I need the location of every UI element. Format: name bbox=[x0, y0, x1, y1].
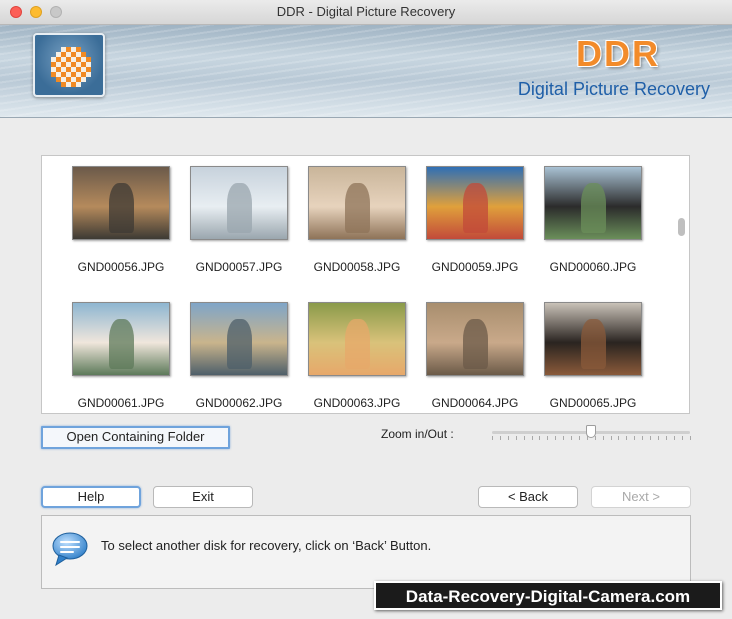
back-button[interactable]: < Back bbox=[478, 486, 578, 508]
info-message: To select another disk for recovery, cli… bbox=[101, 538, 432, 553]
photo-subject bbox=[581, 318, 607, 370]
zoom-slider-tick bbox=[681, 436, 683, 440]
photo-thumbnail[interactable] bbox=[308, 166, 406, 240]
thumbnail-item[interactable]: GND00057.JPG bbox=[180, 166, 298, 274]
photo-thumbnail[interactable] bbox=[308, 302, 406, 376]
website-watermark: Data-Recovery-Digital-Camera.com bbox=[374, 581, 722, 610]
zoom-slider-tick bbox=[650, 436, 651, 440]
zoom-slider-tick bbox=[539, 436, 541, 440]
thumbnail-item[interactable]: GND00064.JPG bbox=[416, 302, 534, 410]
zoom-slider-tick bbox=[657, 436, 659, 440]
zoom-slider-tick bbox=[499, 436, 501, 440]
zoom-slider-tick bbox=[594, 436, 596, 440]
photo-thumbnail[interactable] bbox=[72, 302, 170, 376]
zoom-slider-tick bbox=[618, 436, 620, 440]
thumbnail-filename: GND00056.JPG bbox=[77, 260, 165, 274]
zoom-slider[interactable] bbox=[492, 423, 691, 441]
info-panel: To select another disk for recovery, cli… bbox=[41, 515, 691, 589]
header-banner: DDR Digital Picture Recovery bbox=[0, 25, 732, 118]
photo-thumbnail[interactable] bbox=[426, 166, 524, 240]
photo-subject bbox=[109, 318, 135, 370]
thumbnail-item[interactable]: GND00061.JPG bbox=[62, 302, 180, 410]
thumbnail-filename: GND00061.JPG bbox=[77, 396, 165, 410]
app-logo bbox=[33, 33, 105, 97]
thumbnail-item[interactable]: GND00059.JPG bbox=[416, 166, 534, 274]
app-window: DDR - Digital Picture Recovery DDR Digit… bbox=[0, 0, 732, 619]
zoom-slider-tick bbox=[547, 436, 549, 440]
zoom-slider-tick bbox=[673, 436, 675, 440]
zoom-slider-tick bbox=[563, 436, 565, 440]
photo-subject bbox=[463, 182, 489, 234]
photo-subject bbox=[463, 318, 489, 370]
thumbnail-filename: GND00059.JPG bbox=[431, 260, 519, 274]
thumbnail-item[interactable]: GND00060.JPG bbox=[534, 166, 652, 274]
zoom-slider-tick bbox=[626, 436, 628, 440]
zoom-slider-tick bbox=[578, 436, 580, 440]
open-containing-folder-button[interactable]: Open Containing Folder bbox=[41, 426, 230, 449]
thumbnail-filename: GND00062.JPG bbox=[195, 396, 283, 410]
photo-subject bbox=[227, 318, 253, 370]
thumbnail-item[interactable]: GND00056.JPG bbox=[62, 166, 180, 274]
zoom-slider-tick bbox=[610, 436, 612, 440]
photo-thumbnail[interactable] bbox=[190, 166, 288, 240]
checker-logo-icon bbox=[51, 47, 91, 87]
thumbnail-gallery[interactable]: GND00056.JPG GND00057.JPG GND00058.JPG GND0… bbox=[41, 155, 690, 414]
zoom-slider-tick bbox=[515, 436, 517, 440]
thumbnail-filename: GND00065.JPG bbox=[549, 396, 637, 410]
brand-subtitle: Digital Picture Recovery bbox=[517, 79, 710, 99]
zoom-slider-tick bbox=[555, 436, 557, 440]
help-button[interactable]: Help bbox=[41, 486, 141, 508]
zoom-slider-tick bbox=[492, 436, 493, 440]
photo-subject bbox=[345, 318, 371, 370]
title-bar[interactable]: DDR - Digital Picture Recovery bbox=[0, 0, 732, 25]
photo-thumbnail[interactable] bbox=[190, 302, 288, 376]
thumbnail-item[interactable]: GND00058.JPG bbox=[298, 166, 416, 274]
photo-subject bbox=[109, 182, 135, 234]
photo-thumbnail[interactable] bbox=[544, 166, 642, 240]
gallery-scrollbar[interactable] bbox=[678, 218, 685, 236]
thumbnail-filename: GND00064.JPG bbox=[431, 396, 519, 410]
zoom-slider-knob[interactable] bbox=[586, 425, 596, 438]
zoom-slider-tick bbox=[642, 436, 644, 440]
zoom-slider-tick bbox=[634, 436, 636, 440]
photo-subject bbox=[345, 182, 371, 234]
photo-subject bbox=[581, 182, 607, 234]
zoom-slider-tick bbox=[602, 436, 604, 440]
thumbnail-filename: GND00058.JPG bbox=[313, 260, 401, 274]
window-title: DDR - Digital Picture Recovery bbox=[276, 4, 456, 19]
thumbnail-item[interactable]: GND00063.JPG bbox=[298, 302, 416, 410]
photo-thumbnail[interactable] bbox=[426, 302, 524, 376]
zoom-slider-tick bbox=[523, 436, 525, 440]
next-button: Next > bbox=[591, 486, 691, 508]
thumbnail-item[interactable]: GND00062.JPG bbox=[180, 302, 298, 410]
thumbnail-filename: GND00063.JPG bbox=[313, 396, 401, 410]
exit-button[interactable]: Exit bbox=[153, 486, 253, 508]
zoom-slider-tick bbox=[531, 436, 533, 440]
photo-thumbnail[interactable] bbox=[72, 166, 170, 240]
brand-title: DDR bbox=[576, 33, 660, 74]
zoom-slider-tick bbox=[665, 436, 667, 440]
thumbnail-filename: GND00060.JPG bbox=[549, 260, 637, 274]
thumbnail-item[interactable]: GND00065.JPG bbox=[534, 302, 652, 410]
photo-thumbnail[interactable] bbox=[544, 302, 642, 376]
zoom-slider-tick bbox=[507, 436, 509, 440]
photo-subject bbox=[227, 182, 253, 234]
thumbnail-filename: GND00057.JPG bbox=[195, 260, 283, 274]
zoom-slider-tick bbox=[689, 436, 691, 440]
speech-bubble-icon bbox=[52, 532, 88, 567]
zoom-slider-tick bbox=[571, 436, 572, 440]
zoom-label: Zoom in/Out : bbox=[381, 427, 454, 441]
